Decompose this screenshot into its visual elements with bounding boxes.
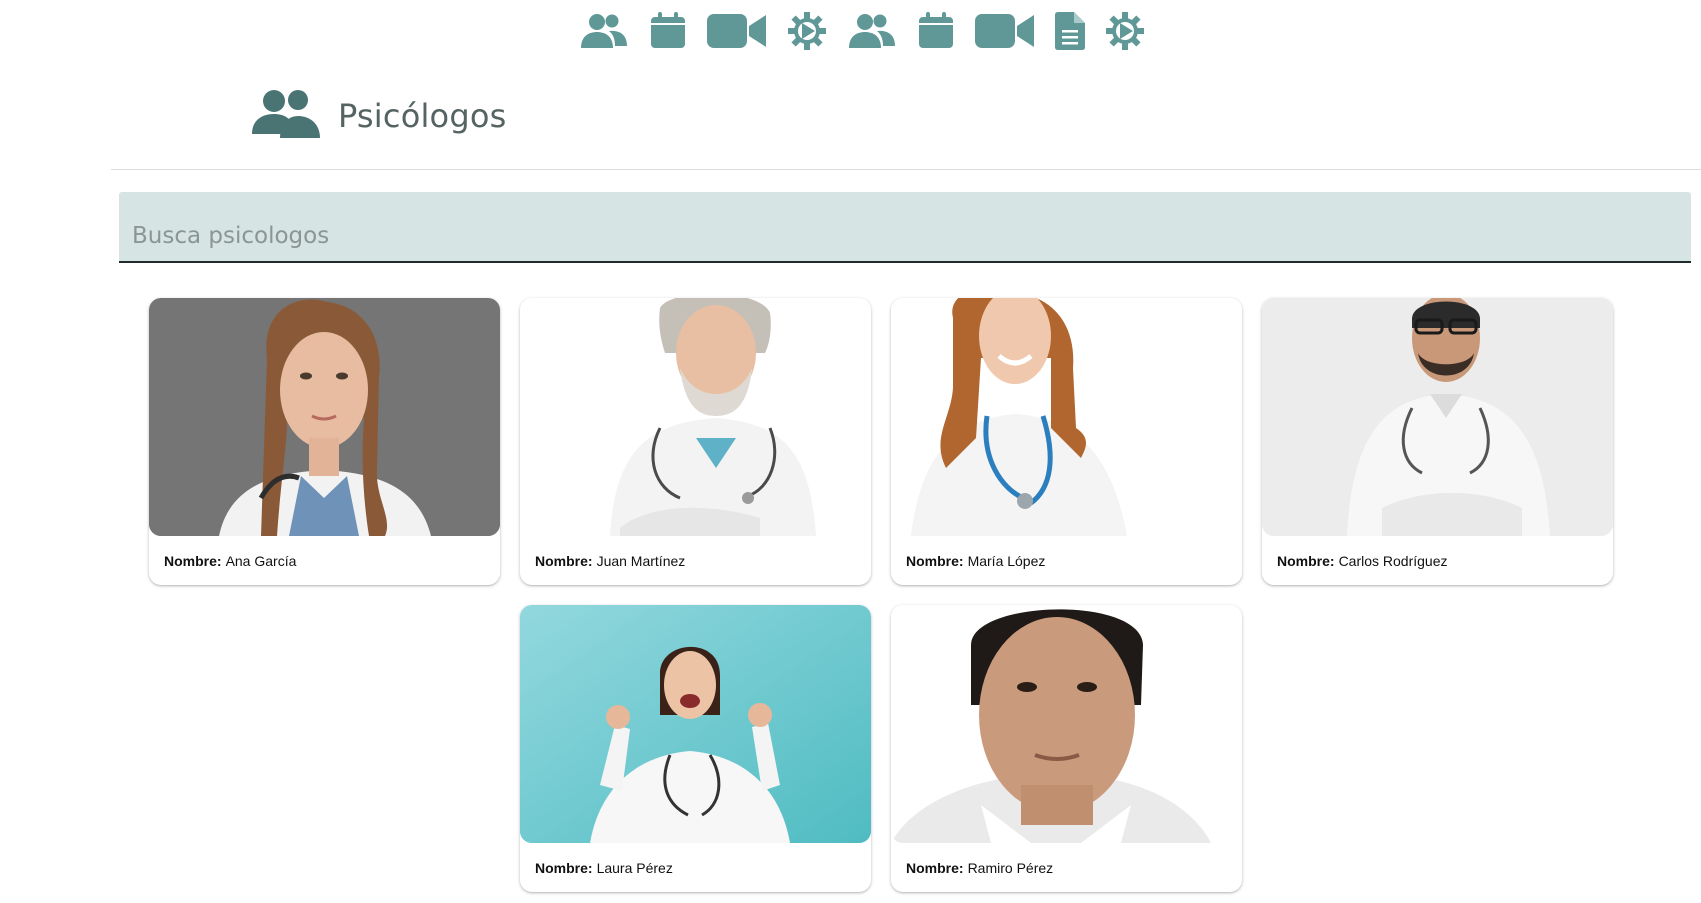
psychologist-card[interactable]: Nombre: Ana García [149, 298, 500, 585]
calendar-icon[interactable] [649, 11, 687, 51]
users-icon[interactable] [847, 11, 897, 51]
psychologist-photo [891, 298, 1242, 536]
psychologist-card[interactable]: Nombre: Laura Pérez [520, 605, 871, 892]
name-value: María López [967, 552, 1046, 569]
users-icon[interactable] [579, 11, 629, 51]
name-value: Ramiro Pérez [967, 859, 1054, 876]
psychologist-photo [520, 298, 871, 536]
psychologist-photo [1262, 298, 1613, 536]
psychologist-name: Nombre: María López [891, 536, 1242, 585]
users-icon [250, 88, 322, 145]
page-title: Psicólogos [338, 97, 507, 135]
psychologist-photo [891, 605, 1242, 843]
search-field [119, 192, 1691, 263]
header-divider [111, 169, 1701, 170]
psychologist-photo [520, 605, 871, 843]
settings-icon[interactable] [787, 11, 827, 51]
name-value: Laura Pérez [596, 859, 673, 876]
name-label: Nombre: [164, 552, 222, 569]
search-input[interactable] [119, 192, 1691, 261]
psychologist-name: Nombre: Juan Martínez [520, 536, 871, 585]
top-navigation [0, 8, 1701, 54]
psychologist-name: Nombre: Laura Pérez [520, 843, 871, 892]
psychologist-card[interactable]: Nombre: Carlos Rodríguez [1262, 298, 1613, 585]
video-icon[interactable] [974, 11, 1035, 51]
name-label: Nombre: [906, 859, 964, 876]
video-icon[interactable] [706, 11, 767, 51]
name-value: Carlos Rodríguez [1338, 552, 1448, 569]
name-label: Nombre: [906, 552, 964, 569]
name-label: Nombre: [535, 859, 593, 876]
psychologist-photo [149, 298, 500, 536]
psychologist-card[interactable]: Nombre: Juan Martínez [520, 298, 871, 585]
name-label: Nombre: [1277, 552, 1335, 569]
name-value: Ana García [225, 552, 297, 569]
psychologist-grid: Nombre: Ana García Nombre: Juan Martínez [146, 298, 1616, 892]
document-icon[interactable] [1054, 11, 1085, 51]
name-value: Juan Martínez [596, 552, 686, 569]
psychologist-name: Nombre: Ramiro Pérez [891, 843, 1242, 892]
calendar-icon[interactable] [917, 11, 955, 51]
settings-icon[interactable] [1105, 11, 1145, 51]
psychologist-name: Nombre: Carlos Rodríguez [1262, 536, 1613, 585]
page-header: Psicólogos [250, 86, 507, 146]
psychologist-card[interactable]: Nombre: Ramiro Pérez [891, 605, 1242, 892]
name-label: Nombre: [535, 552, 593, 569]
psychologist-name: Nombre: Ana García [149, 536, 500, 585]
psychologist-card[interactable]: Nombre: María López [891, 298, 1242, 585]
